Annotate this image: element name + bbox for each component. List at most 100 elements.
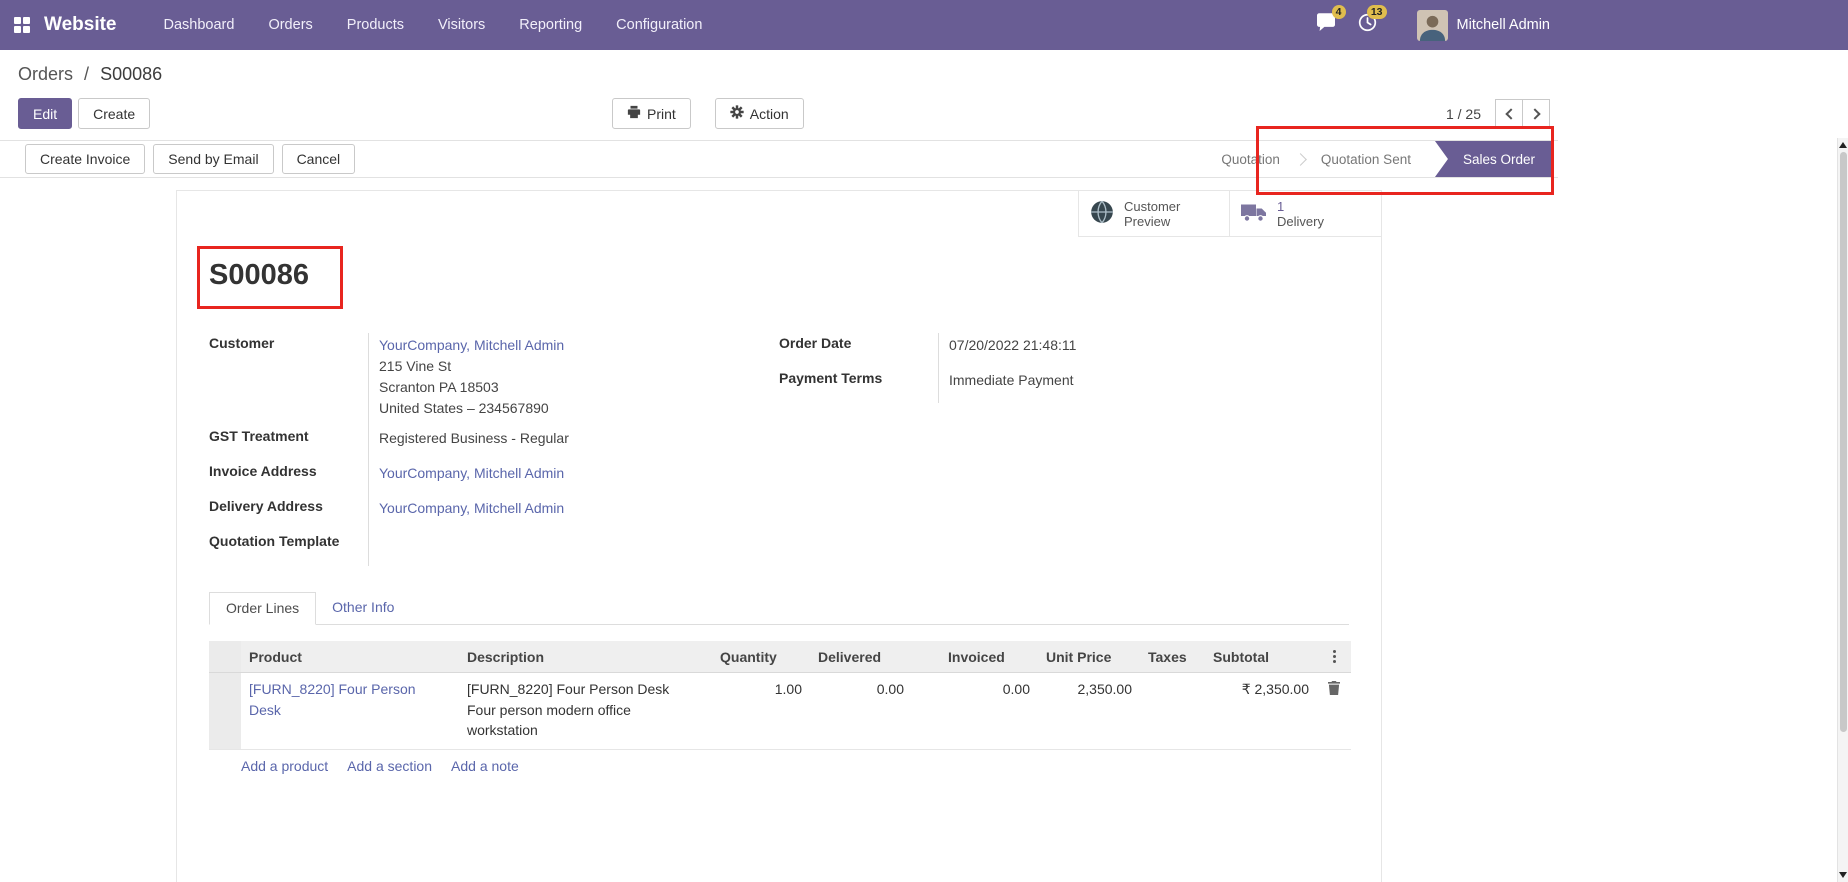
create-invoice-button[interactable]: Create Invoice bbox=[25, 144, 145, 174]
nav-item-reporting[interactable]: Reporting bbox=[502, 0, 599, 50]
field-invoice-address: Invoice Address YourCompany, Mitchell Ad… bbox=[209, 461, 779, 496]
user-menu[interactable]: Mitchell Admin bbox=[1417, 10, 1550, 41]
status-quotation-sent[interactable]: Quotation Sent bbox=[1307, 152, 1425, 167]
create-button[interactable]: Create bbox=[78, 98, 150, 129]
field-label-invoice-address: Invoice Address bbox=[209, 461, 369, 496]
field-label-quotation-template: Quotation Template bbox=[209, 531, 369, 566]
optional-columns-button[interactable] bbox=[1317, 641, 1351, 673]
add-product-link[interactable]: Add a product bbox=[241, 758, 328, 774]
scrollbar-thumb[interactable] bbox=[1840, 152, 1847, 732]
form-sheet: Customer Preview 1 Delivery S00086 Custo… bbox=[176, 190, 1382, 882]
tab-other-info[interactable]: Other Info bbox=[316, 592, 410, 624]
globe-icon bbox=[1089, 199, 1115, 228]
chat-bubble-icon bbox=[1316, 13, 1336, 37]
avatar bbox=[1417, 10, 1448, 41]
header-invoiced[interactable]: Invoiced bbox=[940, 641, 1038, 673]
scroll-up-arrow-icon[interactable] bbox=[1839, 142, 1847, 148]
delivery-address-link[interactable]: YourCompany, Mitchell Admin bbox=[379, 500, 564, 516]
nav-item-orders[interactable]: Orders bbox=[251, 0, 329, 50]
chevron-left-icon bbox=[1505, 108, 1516, 119]
cell-delivered: 0.00 bbox=[810, 673, 912, 750]
field-customer: Customer YourCompany, Mitchell Admin 215… bbox=[209, 333, 779, 426]
nav-item-configuration[interactable]: Configuration bbox=[599, 0, 719, 50]
status-sales-order[interactable]: Sales Order bbox=[1435, 141, 1553, 177]
nav-item-dashboard[interactable]: Dashboard bbox=[147, 0, 252, 50]
cell-unit-price: 2,350.00 bbox=[1038, 673, 1140, 750]
truck-icon bbox=[1240, 202, 1268, 226]
customer-address-line: 215 Vine St bbox=[379, 356, 564, 377]
left-field-group: Customer YourCompany, Mitchell Admin 215… bbox=[209, 333, 779, 566]
action-button[interactable]: Action bbox=[715, 98, 804, 129]
field-label-delivery-address: Delivery Address bbox=[209, 496, 369, 531]
header-spacer bbox=[912, 641, 940, 673]
order-date-value: 07/20/2022 21:48:11 bbox=[939, 333, 1076, 368]
status-quotation[interactable]: Quotation bbox=[1207, 152, 1294, 167]
main-menu: Dashboard Orders Products Visitors Repor… bbox=[147, 0, 720, 50]
row-handle[interactable] bbox=[209, 673, 241, 750]
kebab-icon bbox=[1325, 650, 1343, 663]
breadcrumb-current: S00086 bbox=[100, 64, 162, 84]
order-lines-table: Product Description Quantity Delivered I… bbox=[209, 641, 1351, 750]
table-footer-links: Add a product Add a section Add a note bbox=[209, 750, 1349, 784]
breadcrumb-orders[interactable]: Orders bbox=[18, 64, 73, 84]
activities-button[interactable]: 13 bbox=[1358, 13, 1377, 37]
pager-counter: 1 / 25 bbox=[1446, 106, 1481, 122]
gear-icon bbox=[730, 105, 744, 122]
product-link[interactable]: [FURN_8220] Four Person Desk bbox=[249, 681, 416, 718]
header-subtotal[interactable]: Subtotal bbox=[1205, 641, 1317, 673]
header-delivered[interactable]: Delivered bbox=[810, 641, 912, 673]
top-navbar: Website Dashboard Orders Products Visito… bbox=[0, 0, 1848, 50]
statusbar: Quotation Quotation Sent Sales Order bbox=[1207, 141, 1553, 177]
vertical-scrollbar[interactable] bbox=[1837, 138, 1848, 882]
delivery-button[interactable]: 1 Delivery bbox=[1230, 191, 1381, 236]
nav-item-visitors[interactable]: Visitors bbox=[421, 0, 502, 50]
handle-column-header bbox=[209, 641, 241, 673]
send-by-email-button[interactable]: Send by Email bbox=[153, 144, 273, 174]
scroll-down-arrow-icon[interactable] bbox=[1839, 872, 1847, 878]
cell-taxes bbox=[1140, 673, 1205, 750]
status-separator-icon bbox=[1294, 153, 1307, 166]
field-gst-treatment: GST Treatment Registered Business - Regu… bbox=[209, 426, 779, 461]
order-line-row[interactable]: [FURN_8220] Four Person Desk [FURN_8220]… bbox=[209, 673, 1351, 750]
breadcrumb: Orders / S00086 bbox=[0, 50, 1558, 88]
pager-previous-button[interactable] bbox=[1495, 99, 1523, 128]
cell-subtotal: ₹ 2,350.00 bbox=[1205, 673, 1317, 750]
invoice-address-link[interactable]: YourCompany, Mitchell Admin bbox=[379, 465, 564, 481]
header-description[interactable]: Description bbox=[459, 641, 712, 673]
tab-order-lines[interactable]: Order Lines bbox=[209, 592, 316, 625]
order-number-title: S00086 bbox=[209, 257, 1381, 293]
notebook-tabs: Order Lines Other Info bbox=[209, 592, 1349, 625]
nav-item-products[interactable]: Products bbox=[330, 0, 421, 50]
smart-buttons: Customer Preview 1 Delivery bbox=[1078, 191, 1381, 237]
apps-menu-icon[interactable] bbox=[14, 17, 30, 33]
cancel-button[interactable]: Cancel bbox=[282, 144, 356, 174]
field-payment-terms: Payment Terms Immediate Payment bbox=[779, 368, 1349, 403]
customer-preview-button[interactable]: Customer Preview bbox=[1079, 191, 1230, 236]
field-delivery-address: Delivery Address YourCompany, Mitchell A… bbox=[209, 496, 779, 531]
header-product[interactable]: Product bbox=[241, 641, 459, 673]
gst-treatment-value: Registered Business - Regular bbox=[369, 426, 569, 461]
chevron-right-icon bbox=[1529, 108, 1540, 119]
quotation-template-value bbox=[369, 531, 379, 566]
field-order-date: Order Date 07/20/2022 21:48:11 bbox=[779, 333, 1349, 368]
header-unit-price[interactable]: Unit Price bbox=[1038, 641, 1140, 673]
customer-address-line: Scranton PA 18503 bbox=[379, 377, 564, 398]
add-section-link[interactable]: Add a section bbox=[347, 758, 432, 774]
description-line-2: Four person modern office workstation bbox=[467, 700, 704, 741]
field-label-payment-terms: Payment Terms bbox=[779, 368, 939, 403]
pager-next-button[interactable] bbox=[1522, 99, 1550, 128]
messages-badge: 4 bbox=[1332, 5, 1346, 19]
right-field-group: Order Date 07/20/2022 21:48:11 Payment T… bbox=[779, 333, 1349, 566]
header-taxes[interactable]: Taxes bbox=[1140, 641, 1205, 673]
add-note-link[interactable]: Add a note bbox=[451, 758, 519, 774]
payment-terms-value: Immediate Payment bbox=[939, 368, 1074, 403]
trash-icon bbox=[1328, 683, 1340, 698]
field-label-gst-treatment: GST Treatment bbox=[209, 426, 369, 461]
print-button[interactable]: Print bbox=[612, 98, 691, 129]
customer-link[interactable]: YourCompany, Mitchell Admin bbox=[379, 337, 564, 353]
header-quantity[interactable]: Quantity bbox=[712, 641, 810, 673]
edit-button[interactable]: Edit bbox=[18, 98, 72, 129]
messages-button[interactable]: 4 bbox=[1316, 13, 1336, 37]
app-name[interactable]: Website bbox=[44, 14, 117, 36]
delete-line-button[interactable] bbox=[1326, 679, 1342, 700]
